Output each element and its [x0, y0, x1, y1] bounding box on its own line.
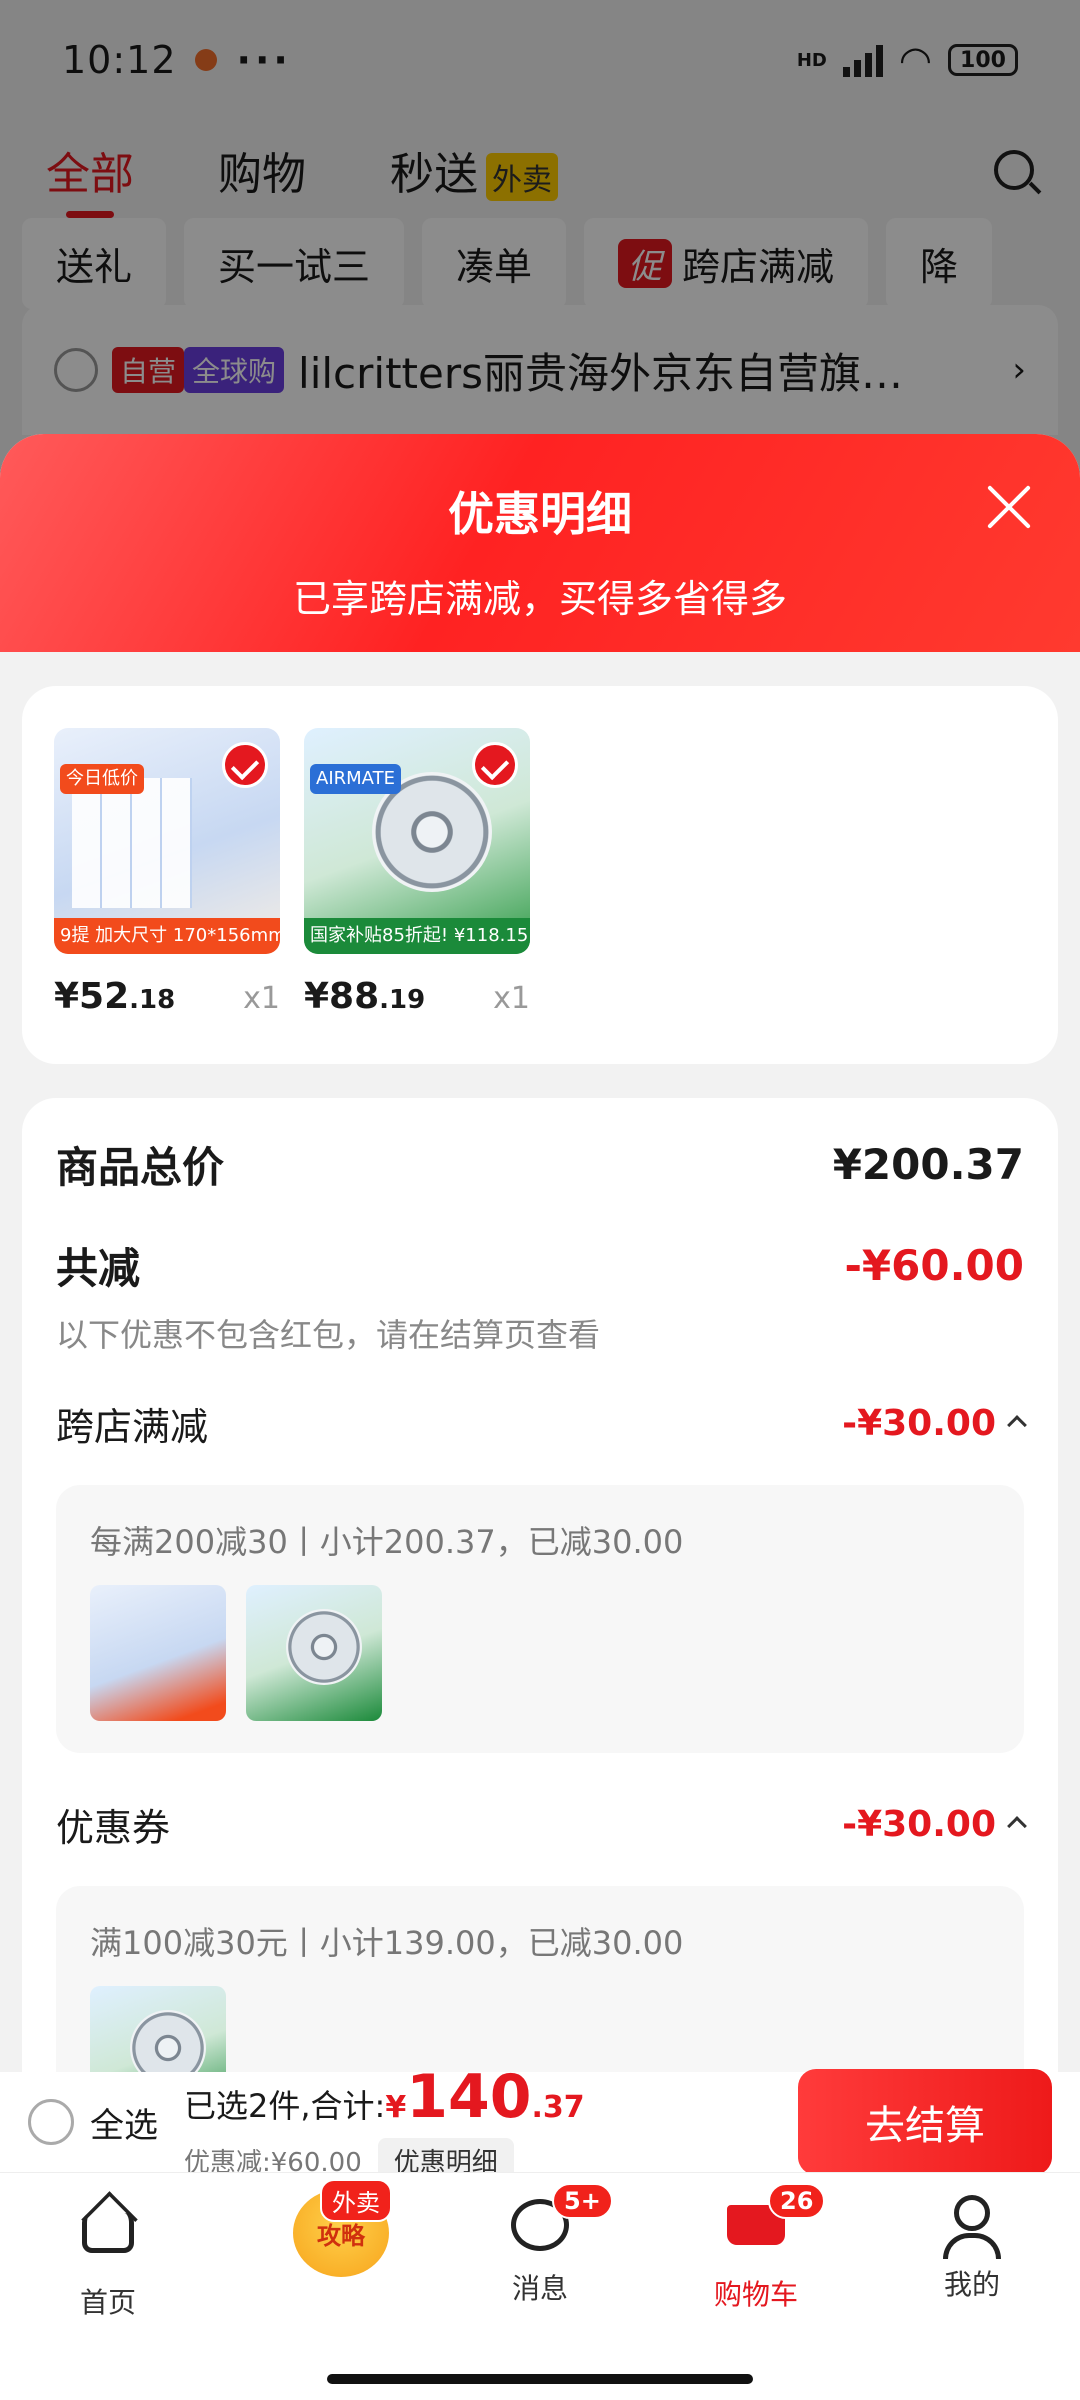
checked-icon	[472, 742, 518, 788]
message-count-badge: 5+	[552, 2183, 613, 2219]
total-integer: 140	[406, 2061, 532, 2132]
sheet-title: 优惠明细	[448, 487, 632, 541]
tab-messages[interactable]: 5+ 消息	[460, 2183, 620, 2321]
product-qty: x1	[493, 981, 530, 1016]
select-all-radio[interactable]	[28, 2099, 74, 2145]
fan-image-shape	[286, 1609, 362, 1685]
product-thumb-label: 国家补贴85折起! ¥118.15	[304, 918, 530, 954]
total-discount-value: -¥60.00	[844, 1241, 1024, 1290]
checked-icon	[222, 742, 268, 788]
bottom-tab-bar: 首页 攻略 外卖 5+ 消息 26 购物车 我的	[0, 2172, 1080, 2400]
tab-cart-label: 购物车	[713, 2278, 798, 2311]
section-label: 优惠券	[56, 1806, 171, 1850]
section-detail-text: 满100减30元丨小计139.00，已减30.00	[90, 1924, 684, 1962]
mini-product-thumbnail	[90, 1585, 226, 1721]
price-main: ¥88	[304, 976, 380, 1017]
product-item[interactable]: 今日低价 9提 加大尺寸 170*156mm ¥52.18 x1	[54, 728, 280, 1017]
price-main: ¥52	[54, 976, 130, 1017]
section-detail-box: 每满200减30丨小计200.37，已减30.00	[56, 1485, 1024, 1753]
profile-icon	[954, 2195, 990, 2231]
checkout-bar: 全选 已选2件,合计: ¥140.37 优惠减:¥60.00 优惠明细 去结算	[0, 2062, 1080, 2183]
product-qty: x1	[243, 981, 280, 1016]
discount-note: 以下优惠不包含红包，请在结算页查看	[56, 1316, 601, 1354]
tab-profile-label: 我的	[943, 2268, 1000, 2301]
price-decimal: .19	[379, 985, 426, 1015]
product-thumb-label: 9提 加大尺寸 170*156mm	[54, 918, 280, 954]
total-currency: ¥	[385, 2089, 407, 2125]
sheet-subtitle: 已享跨店满减，买得多省得多	[292, 577, 787, 621]
product-thumbnail: AIRMATE 国家补贴85折起! ¥118.15	[304, 728, 530, 954]
select-all-label[interactable]: 全选	[90, 2098, 158, 2147]
tab-guide[interactable]: 攻略 外卖	[244, 2179, 404, 2321]
product-badge: AIRMATE	[310, 764, 401, 794]
takeaway-badge: 外卖	[320, 2179, 392, 2222]
product-price: ¥52.18	[54, 976, 175, 1017]
section-amount: -¥30.00	[842, 1403, 996, 1444]
total-price-label: 商品总价	[56, 1143, 225, 1192]
section-value: -¥30.00	[842, 1403, 1027, 1444]
total-price-value: ¥200.37	[832, 1140, 1024, 1189]
tab-cart[interactable]: 26 购物车	[676, 2183, 836, 2321]
close-icon[interactable]	[984, 482, 1034, 532]
tab-home-label: 首页	[79, 2286, 136, 2319]
product-item[interactable]: AIRMATE 国家补贴85折起! ¥118.15 ¥88.19 x1	[304, 728, 530, 1017]
chevron-up-icon	[1007, 1415, 1027, 1435]
tab-profile[interactable]: 我的	[892, 2195, 1052, 2321]
section-amount: -¥30.00	[842, 1804, 996, 1845]
total-discount-label: 共减	[56, 1244, 141, 1293]
checkout-button[interactable]: 去结算	[798, 2069, 1052, 2175]
mini-product-thumbnail	[246, 1585, 382, 1721]
section-header[interactable]: 跨店满减 -¥30.00	[56, 1396, 1027, 1451]
checkout-total: ¥140.37	[385, 2062, 584, 2132]
chevron-up-icon	[1007, 1816, 1027, 1836]
section-header[interactable]: 优惠券 -¥30.00	[56, 1797, 1027, 1852]
total-decimal: .37	[531, 2089, 585, 2125]
selected-count-text: 已选2件,合计:	[184, 2086, 386, 2125]
product-badge: 今日低价	[60, 764, 144, 794]
tab-messages-label: 消息	[511, 2272, 568, 2305]
cart-count-badge: 26	[768, 2183, 826, 2219]
product-image-shape	[72, 778, 192, 908]
tab-home[interactable]: 首页	[28, 2195, 188, 2321]
section-label: 跨店满减	[56, 1405, 209, 1449]
section-detail-text: 每满200减30丨小计200.37，已减30.00	[90, 1523, 684, 1561]
section-value: -¥30.00	[842, 1804, 1027, 1845]
sheet-header: 优惠明细 已享跨店满减，买得多省得多	[0, 434, 1080, 652]
home-indicator[interactable]	[327, 2374, 753, 2384]
price-decimal: .18	[129, 985, 176, 1015]
profile-icon-body	[943, 2233, 1001, 2259]
product-card: 今日低价 9提 加大尺寸 170*156mm ¥52.18 x1 AIRMATE…	[22, 686, 1058, 1064]
product-thumbnail: 今日低价 9提 加大尺寸 170*156mm	[54, 728, 280, 954]
home-icon	[82, 2213, 134, 2253]
product-price: ¥88.19	[304, 976, 425, 1017]
discount-section-cross-store: 跨店满减 -¥30.00 每满200减30丨小计200.37，已减30.00	[56, 1396, 1027, 1753]
